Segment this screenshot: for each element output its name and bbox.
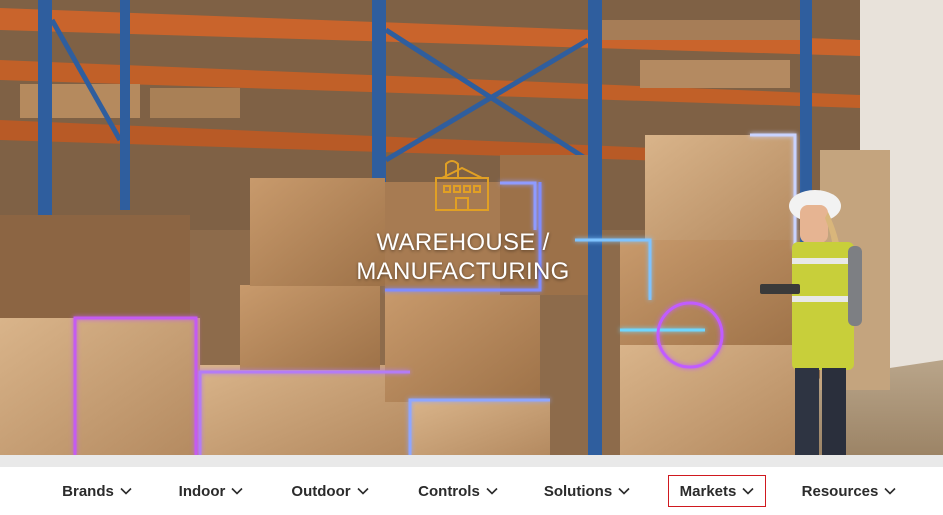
chevron-down-icon: [884, 487, 896, 495]
nav-item-label: Solutions: [543, 482, 613, 500]
nav-item-controls[interactable]: Controls: [408, 475, 508, 507]
nav-item-solutions[interactable]: Solutions: [534, 475, 640, 507]
nav-item-indoor[interactable]: Indoor: [170, 475, 252, 507]
chevron-down-icon: [618, 487, 630, 495]
chevron-down-icon: [486, 487, 498, 495]
nav-item-label: Controls: [418, 482, 480, 500]
main-navigation: Brands Indoor Outdoor Controls Solutions…: [0, 467, 943, 515]
chevron-down-icon: [742, 487, 754, 495]
divider: [0, 455, 943, 467]
nav-item-resources[interactable]: Resources: [792, 475, 906, 507]
chevron-down-icon: [231, 487, 243, 495]
chevron-down-icon: [357, 487, 369, 495]
chevron-down-icon: [120, 487, 132, 495]
nav-item-label: Resources: [801, 482, 879, 500]
factory-icon: [435, 160, 489, 211]
nav-item-brands[interactable]: Brands: [54, 475, 140, 507]
nav-item-label: Markets: [679, 482, 737, 500]
nav-item-outdoor[interactable]: Outdoor: [282, 475, 378, 507]
hero-banner: WAREHOUSE / MANUFACTURING: [0, 0, 943, 455]
hero-title: WAREHOUSE / MANUFACTURING: [356, 229, 570, 285]
nav-item-markets[interactable]: Markets: [668, 475, 766, 507]
nav-item-label: Outdoor: [291, 482, 351, 500]
nav-item-label: Brands: [62, 482, 114, 500]
nav-item-label: Indoor: [178, 482, 226, 500]
